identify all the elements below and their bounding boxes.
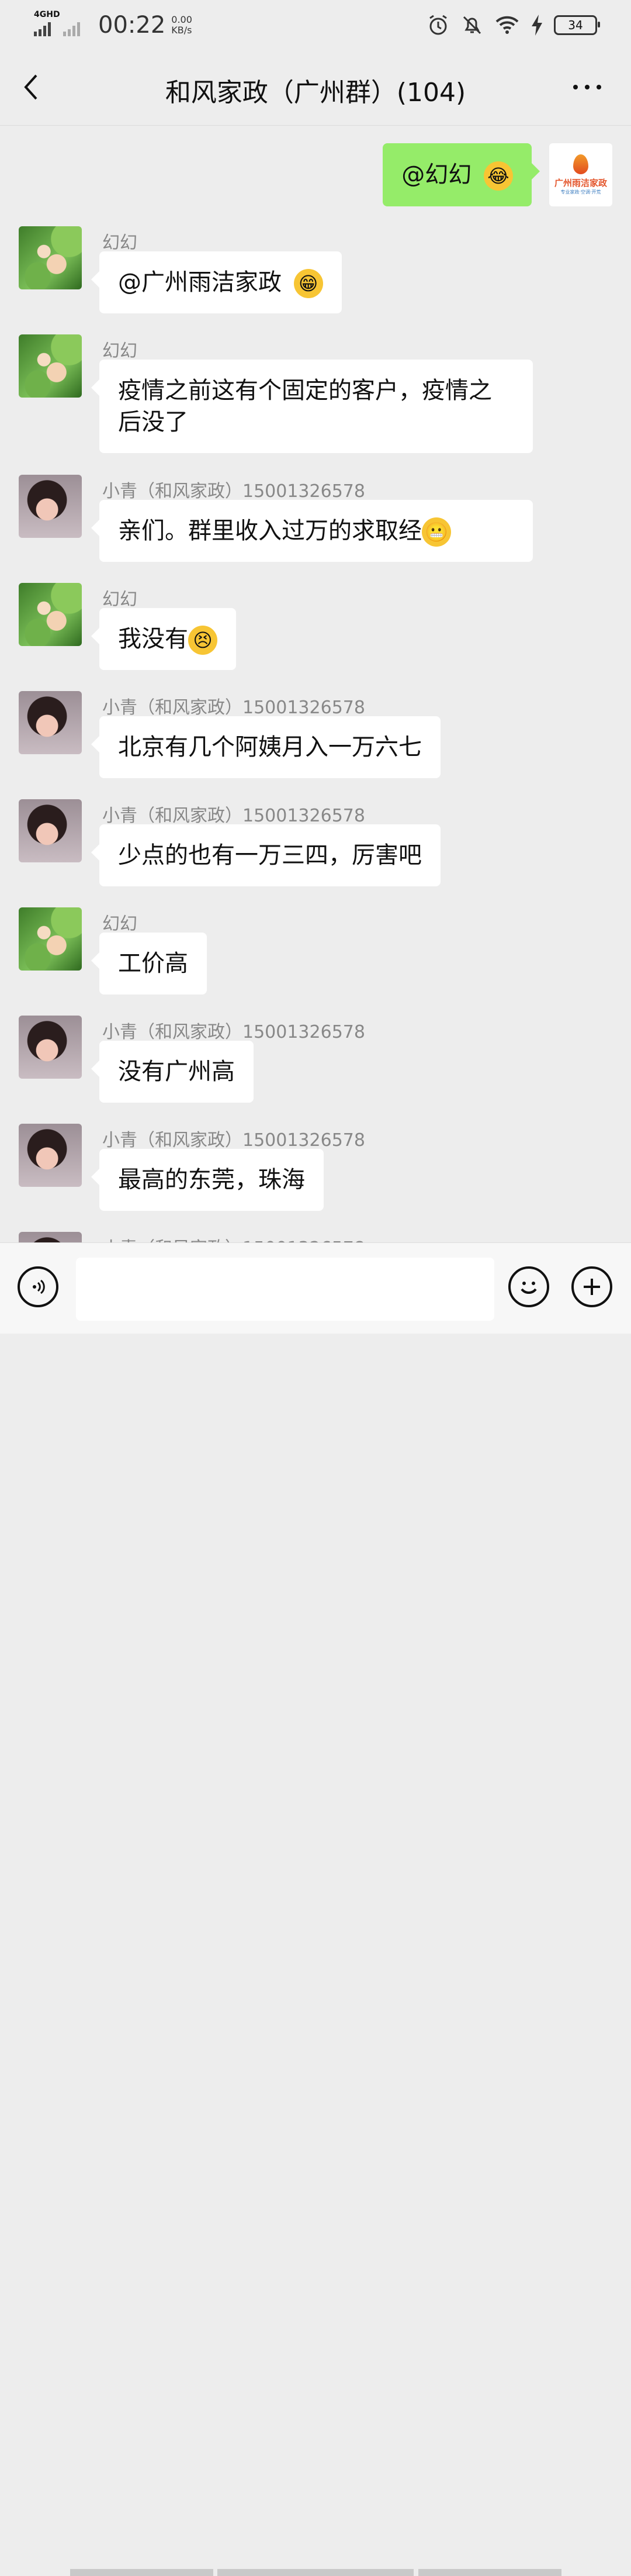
sender-name: 幻幻	[102, 341, 137, 361]
speed-value: 0.00	[171, 14, 192, 25]
message-input[interactable]	[76, 1258, 494, 1321]
sender-name: 小青（和风家政）15001326578	[102, 481, 365, 502]
message-item: 小青（和风家政）15001326578	[0, 1222, 631, 1242]
avatar-logo-text: 广州雨洁家政	[554, 178, 607, 188]
input-bar	[0, 1242, 631, 2576]
nav-segment	[418, 2569, 561, 2576]
signal-group: 4GHD	[34, 11, 86, 40]
wifi-icon	[495, 16, 519, 34]
message-item: 小青（和风家政）15001326578 最高的东莞，珠海	[0, 1114, 631, 1211]
message-text: @广州雨洁家政	[118, 269, 282, 296]
pleading-emoji-icon: 😣	[188, 626, 217, 655]
avatar[interactable]	[19, 1232, 82, 1242]
message-text: 工价高	[118, 950, 188, 977]
signal-icon	[34, 21, 51, 36]
sender-name: 幻幻	[102, 914, 137, 934]
avatar[interactable]	[19, 1016, 82, 1079]
avatar[interactable]: 广州雨洁家政 专业家政·空调·开荒	[549, 143, 612, 206]
network-speed: 0.00 KB/s	[171, 15, 192, 36]
message-bubble[interactable]: 疫情之前这有个固定的客户，疫情之后没了	[91, 360, 533, 453]
message-bubble[interactable]: 没有广州高	[91, 1041, 254, 1103]
message-bubble[interactable]: @广州雨洁家政 😁	[91, 251, 342, 313]
avatar[interactable]	[19, 583, 82, 646]
smiley-icon[interactable]	[508, 1266, 549, 1307]
status-left: 4GHD 00:22 0.00 KB/s	[34, 11, 192, 40]
battery-icon: 34	[554, 15, 600, 35]
message-text: 最高的东莞，珠海	[118, 1166, 305, 1193]
message-item: 幻幻 我没有 😣	[0, 573, 631, 670]
message-text: @幻幻	[401, 161, 472, 188]
sender-name: 幻幻	[102, 589, 137, 610]
network-type: 4GHD	[34, 10, 60, 19]
sender-name: 幻幻	[102, 233, 137, 253]
mute-icon	[463, 16, 481, 34]
message-text: 我没有	[118, 626, 188, 652]
laughing-emoji-icon: 😂	[484, 161, 513, 191]
voice-icon[interactable]	[18, 1266, 58, 1307]
message-bubble[interactable]: 亲们。群里收入过万的求取经 😬	[91, 500, 533, 562]
message-item: 幻幻 工价高	[0, 897, 631, 995]
plus-icon[interactable]	[571, 1266, 612, 1307]
message-bubble[interactable]: @幻幻 😂	[383, 143, 540, 206]
message-text: 北京有几个阿姨月入一万六七	[118, 734, 422, 761]
charging-icon	[532, 15, 542, 36]
avatar[interactable]	[19, 475, 82, 538]
chat-header: 和风家政（广州群）(104)	[0, 49, 631, 126]
message-text: 疫情之前这有个固定的客户，疫情之后没了	[118, 377, 492, 436]
status-bar: 4GHD 00:22 0.00 KB/s 34	[0, 0, 631, 49]
message-item: 小青（和风家政）15001326578 少点的也有一万三四，厉害吧	[0, 789, 631, 886]
nav-segment	[70, 2569, 213, 2576]
grimace-emoji-icon: 😬	[422, 517, 451, 547]
avatar[interactable]	[19, 907, 82, 971]
message-bubble[interactable]: 我没有 😣	[91, 608, 236, 670]
message-item: 小青（和风家政）15001326578 没有广州高	[0, 1006, 631, 1103]
avatar[interactable]	[19, 799, 82, 862]
avatar[interactable]	[19, 334, 82, 398]
sender-name: 小青（和风家政）15001326578	[102, 1022, 365, 1042]
message-item: 广州雨洁家政 专业家政·空调·开荒 @幻幻 😂	[0, 134, 631, 206]
message-text: 亲们。群里收入过万的求取经	[118, 517, 422, 544]
speed-unit: KB/s	[171, 25, 192, 36]
message-item: 幻幻 疫情之前这有个固定的客户，疫情之后没了	[0, 324, 631, 453]
sender-name: 小青（和风家政）15001326578	[102, 1130, 365, 1151]
alarm-icon	[429, 15, 447, 35]
message-list[interactable]: 广州雨洁家政 专业家政·空调·开荒 @幻幻 😂 幻幻 @广州雨洁家政 😁 幻幻 …	[0, 126, 631, 1242]
flame-logo-icon	[573, 154, 588, 174]
clock: 00:22	[98, 12, 166, 39]
signal-2-icon	[63, 21, 80, 36]
sender-name: 小青（和风家政）15001326578	[102, 806, 365, 826]
sender-name: 小青（和风家政）15001326578	[102, 697, 365, 718]
avatar[interactable]	[19, 1124, 82, 1187]
message-item: 幻幻 @广州雨洁家政 😁	[0, 216, 631, 313]
avatar[interactable]	[19, 691, 82, 754]
message-item: 小青（和风家政）15001326578 北京有几个阿姨月入一万六七	[0, 681, 631, 778]
message-text: 少点的也有一万三四，厉害吧	[118, 842, 422, 869]
nav-segment	[217, 2569, 414, 2576]
message-bubble[interactable]: 北京有几个阿姨月入一万六七	[91, 716, 441, 778]
message-bubble[interactable]: 少点的也有一万三四，厉害吧	[91, 824, 441, 886]
avatar-logo-sub: 专业家政·空调·开荒	[560, 189, 601, 195]
avatar[interactable]	[19, 226, 82, 289]
status-right: 34	[427, 11, 600, 40]
sender-name: 小青（和风家政）15001326578	[102, 1234, 365, 1242]
message-bubble[interactable]: 工价高	[91, 933, 207, 995]
more-icon[interactable]	[567, 78, 608, 96]
chat-title: 和风家政（广州群）(104)	[165, 78, 466, 108]
message-bubble[interactable]: 最高的东莞，珠海	[91, 1149, 324, 1211]
grin-emoji-icon: 😁	[293, 269, 323, 298]
message-text: 没有广州高	[118, 1058, 235, 1085]
message-item: 小青（和风家政）15001326578 亲们。群里收入过万的求取经 😬	[0, 465, 631, 562]
